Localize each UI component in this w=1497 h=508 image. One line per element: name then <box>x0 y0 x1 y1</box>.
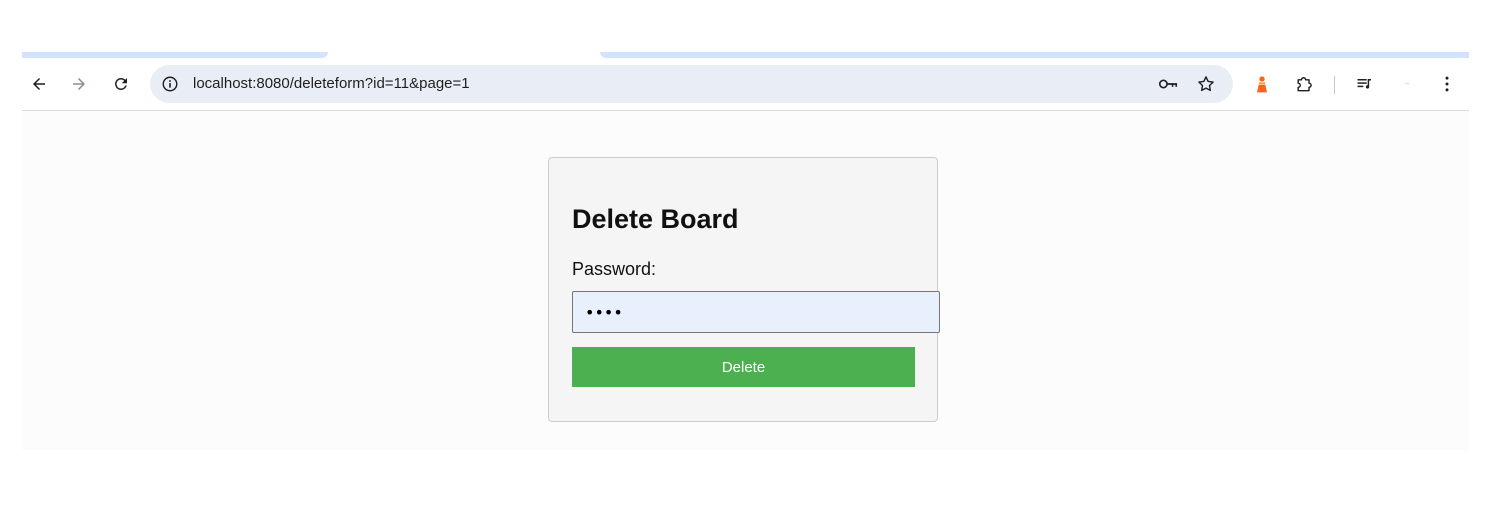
extension-icon[interactable] <box>1250 72 1274 96</box>
forward-arrow-icon <box>73 78 85 90</box>
toolbar-separator <box>1334 76 1335 94</box>
browser-toolbar: localhost:8080/deleteform?id=11&page=1 <box>22 58 1469 111</box>
media-queue-icon[interactable] <box>1353 72 1377 96</box>
forward-button[interactable] <box>65 70 93 98</box>
delete-form-card: Delete Board Password: Delete <box>548 157 940 422</box>
reload-button[interactable] <box>107 70 135 98</box>
menu-dots-icon[interactable] <box>1435 72 1459 96</box>
delete-button[interactable]: Delete <box>572 347 915 387</box>
password-label: Password: <box>572 259 657 279</box>
form-title: Delete Board <box>572 204 739 234</box>
url-text[interactable]: localhost:8080/deleteform?id=11&page=1 <box>193 75 470 92</box>
bookmark-star-icon[interactable] <box>1195 73 1217 95</box>
page-viewport: Delete Board Password: Delete <box>22 111 1469 450</box>
back-arrow-icon <box>33 78 45 90</box>
site-info-icon[interactable] <box>160 74 180 94</box>
password-input[interactable] <box>572 291 940 333</box>
address-bar[interactable]: localhost:8080/deleteform?id=11&page=1 <box>150 65 1233 103</box>
back-button[interactable] <box>25 70 53 98</box>
loading-indicator-icon <box>1395 72 1419 96</box>
puzzle-extensions-icon[interactable] <box>1292 72 1316 96</box>
reload-icon <box>115 78 127 90</box>
browser-window: localhost:8080/deleteform?id=11&page=1 D <box>22 52 1469 450</box>
password-key-icon[interactable] <box>1157 73 1179 95</box>
